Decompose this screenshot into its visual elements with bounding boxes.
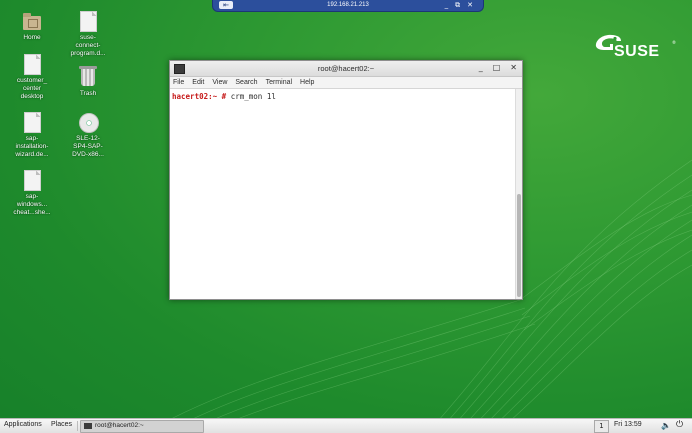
desktop-icon-sle-dvd[interactable]: SLE-12- SP4-SAP- DVD-x86... xyxy=(64,112,112,159)
maximize-button[interactable]: □ xyxy=(493,63,501,73)
terminal-menubar: File Edit View Search Terminal Help xyxy=(170,77,522,89)
document-icon xyxy=(23,170,41,191)
scrollbar-thumb[interactable] xyxy=(517,194,521,297)
suse-trademark: ® xyxy=(672,40,676,45)
remote-close-button[interactable]: ✕ xyxy=(467,1,473,10)
desktop-icon-label: customer_ center desktop xyxy=(16,77,48,100)
taskbar-item-label: root@hacert02:~ xyxy=(95,422,144,429)
desktop-icon-label: Trash xyxy=(79,90,97,97)
terminal-window[interactable]: root@hacert02:~ _ □ ✕ File Edit View Sea… xyxy=(169,60,523,300)
terminal-title: root@hacert02:~ xyxy=(317,64,375,73)
places-menu[interactable]: Places xyxy=(51,421,72,428)
terminal-output-area[interactable]: hacert02:~ # crm_mon 1l xyxy=(170,89,515,299)
power-icon[interactable]: ⏻ xyxy=(676,420,683,430)
volume-icon[interactable]: 🔈 xyxy=(661,421,671,430)
terminal-icon xyxy=(84,423,92,429)
trash-icon xyxy=(79,66,97,87)
command-text: crm_mon 1l xyxy=(230,92,276,101)
prompt-symbol: # xyxy=(217,92,231,101)
taskbar-item-terminal[interactable]: root@hacert02:~ xyxy=(80,420,204,433)
desktop-icon-label: Home xyxy=(23,34,41,41)
desktop-icon-home[interactable]: Home xyxy=(8,11,56,42)
document-icon xyxy=(23,54,41,75)
menu-help[interactable]: Help xyxy=(300,79,314,86)
terminal-titlebar[interactable]: root@hacert02:~ _ □ ✕ xyxy=(170,61,522,77)
menu-terminal[interactable]: Terminal xyxy=(266,79,292,86)
clock[interactable]: Fri 13:59 xyxy=(614,421,642,428)
applications-menu[interactable]: Applications xyxy=(4,421,42,428)
remote-restore-button[interactable]: ⧉ xyxy=(455,1,460,10)
menu-search[interactable]: Search xyxy=(235,79,257,86)
remote-minimize-button[interactable]: _ xyxy=(445,1,449,10)
desktop-icon-sap-windows-cheat-sheet[interactable]: sap- windows... cheat...she... xyxy=(8,170,56,217)
desktop-icon-customer-center[interactable]: customer_ center desktop xyxy=(8,54,56,101)
workspace-switcher[interactable]: 1 xyxy=(594,420,609,433)
remote-session-bar: ⇤ 192.168.21.213 _ ⧉ ✕ xyxy=(212,0,484,12)
terminal-scrollbar[interactable] xyxy=(515,89,522,299)
desktop-icon-sap-installation-wizard[interactable]: sap- installation- wizard.de... xyxy=(8,112,56,159)
remote-session-title: 192.168.21.213 xyxy=(327,2,369,8)
desktop-icon-trash[interactable]: Trash xyxy=(64,66,112,98)
close-button[interactable]: ✕ xyxy=(510,63,517,73)
document-icon xyxy=(23,112,41,133)
desktop-icon-label: suse- connect- program.d... xyxy=(70,34,106,57)
panel-separator xyxy=(77,421,78,431)
bottom-panel: Applications Places root@hacert02:~ 1 Fr… xyxy=(0,418,692,433)
prompt-host: hacert02:~ xyxy=(172,92,218,101)
desktop-icon-label: sap- windows... cheat...she... xyxy=(13,193,51,216)
home-folder-icon xyxy=(23,11,41,31)
menu-view[interactable]: View xyxy=(212,79,227,86)
suse-logo-text: SUSE xyxy=(614,43,660,60)
desktop-icon-label: SLE-12- SP4-SAP- DVD-x86... xyxy=(72,135,104,158)
disc-icon xyxy=(79,112,99,133)
document-icon xyxy=(79,11,97,32)
desktop-icon-label: sap- installation- wizard.de... xyxy=(15,135,49,158)
minimize-button[interactable]: _ xyxy=(479,63,483,73)
desktop-icon-suse-connect[interactable]: suse- connect- program.d... xyxy=(64,11,112,58)
menu-edit[interactable]: Edit xyxy=(192,79,204,86)
menu-file[interactable]: File xyxy=(173,79,184,86)
terminal-command-line: hacert02:~ # crm_mon 1l xyxy=(172,92,276,101)
